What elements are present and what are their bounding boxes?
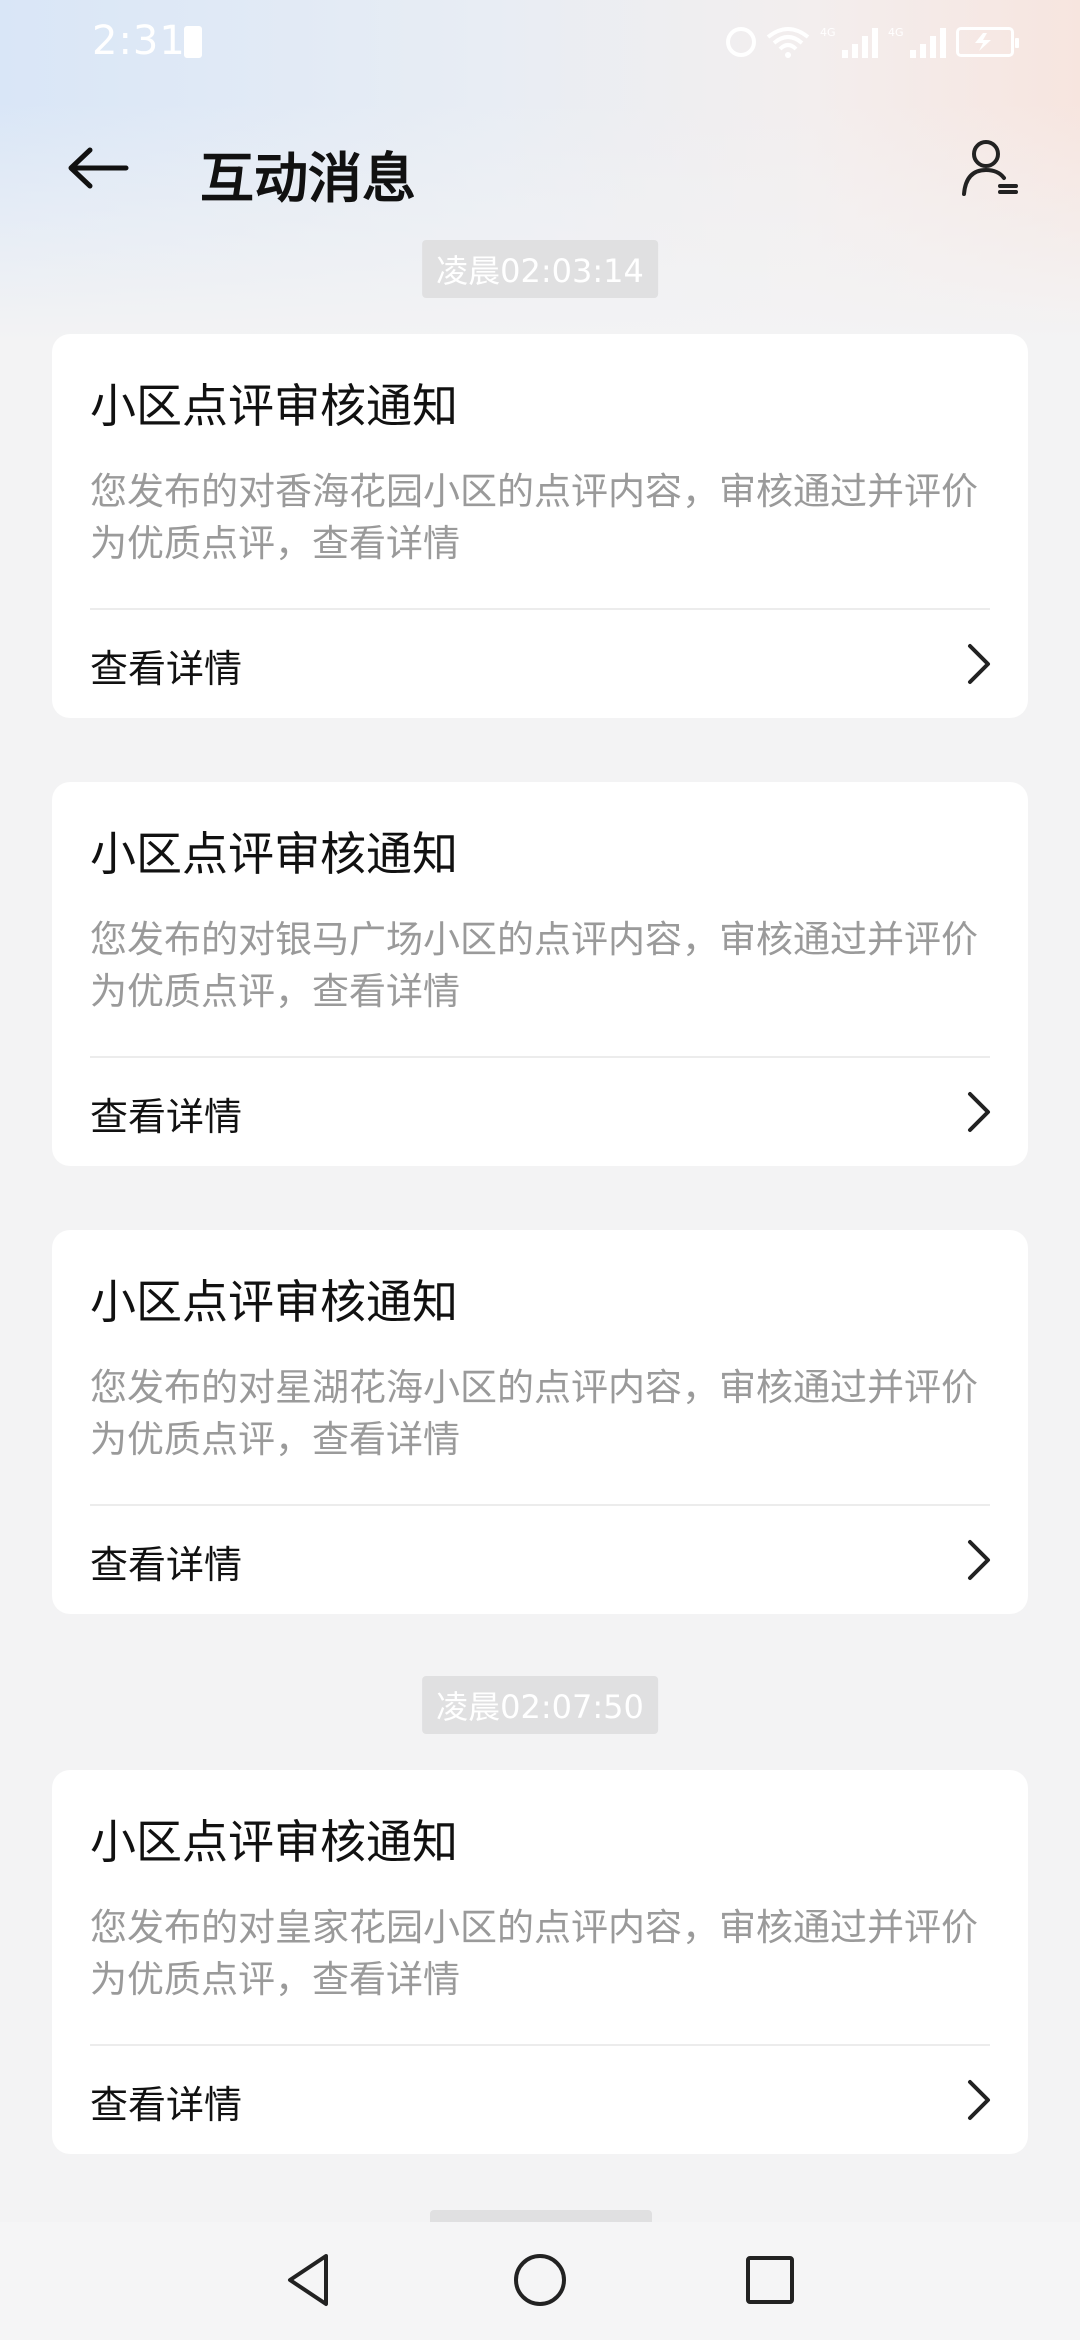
notification-card: 小区点评审核通知 您发布的对香海花园小区的点评内容，审核通过并评价为优质点评，查… [52, 334, 1028, 718]
triangle-back-icon [288, 2254, 328, 2306]
nav-back-button[interactable] [276, 2248, 340, 2312]
profile-button[interactable] [950, 128, 1030, 208]
nav-home-button[interactable] [508, 2248, 572, 2312]
notification-card: 小区点评审核通知 您发布的对皇家花园小区的点评内容，审核通过并评价为优质点评，查… [52, 1770, 1028, 2154]
back-button[interactable] [58, 128, 138, 208]
card-title: 小区点评审核通知 [90, 827, 458, 881]
timestamp: 凌晨02:03:14 [422, 240, 658, 298]
battery-charging-icon [956, 27, 1019, 57]
status-bar: 2:31 4G 4G [0, 0, 1080, 88]
app-screen: 2:31 4G 4G 互动消息 凌晨02:03:14 小区点评审核通知 您发布的… [0, 0, 1080, 2340]
view-details-label: 查看详情 [90, 647, 243, 691]
square-recents-icon [746, 2256, 794, 2304]
chevron-right-icon [968, 1540, 990, 1580]
signal-icon: 4G [820, 26, 878, 58]
timestamp: 凌晨02:07:50 [422, 1676, 658, 1734]
chevron-right-icon [968, 1092, 990, 1132]
view-details-label: 查看详情 [90, 1543, 243, 1587]
view-details-label: 查看详情 [90, 1095, 243, 1139]
signal-icon-2: 4G [888, 26, 946, 58]
chevron-right-icon [968, 2080, 990, 2120]
wifi-icon [766, 27, 810, 58]
card-body: 您发布的对香海花园小区的点评内容，审核通过并评价为优质点评，查看详情 [90, 470, 978, 565]
chevron-right-icon [968, 644, 990, 684]
notification-card: 小区点评审核通知 您发布的对星湖花海小区的点评内容，审核通过并评价为优质点评，查… [52, 1230, 1028, 1614]
view-details-link[interactable]: 查看详情 [52, 1506, 1028, 1614]
battery-saver-icon [184, 26, 202, 58]
network-type-label: 4G [820, 26, 836, 39]
back-arrow-icon [68, 147, 129, 189]
view-details-link[interactable]: 查看详情 [52, 610, 1028, 718]
app-header: 互动消息 [0, 100, 1080, 230]
page-title: 互动消息 [200, 147, 416, 210]
user-settings-icon [962, 140, 1018, 196]
status-icons: 4G 4G [726, 22, 1019, 62]
nav-recents-button[interactable] [738, 2248, 802, 2312]
view-details-link[interactable]: 查看详情 [52, 1058, 1028, 1166]
view-details-label: 查看详情 [90, 2083, 243, 2127]
view-details-link[interactable]: 查看详情 [52, 2046, 1028, 2154]
alarm-icon [726, 27, 756, 57]
network-type-label-2: 4G [888, 26, 904, 39]
card-body: 您发布的对星湖花海小区的点评内容，审核通过并评价为优质点评，查看详情 [90, 1366, 978, 1461]
notification-card: 小区点评审核通知 您发布的对银马广场小区的点评内容，审核通过并评价为优质点评，查… [52, 782, 1028, 1166]
card-title: 小区点评审核通知 [90, 1275, 458, 1329]
system-navigation-bar [0, 2222, 1080, 2340]
card-body: 您发布的对皇家花园小区的点评内容，审核通过并评价为优质点评，查看详情 [90, 1906, 978, 2001]
card-title: 小区点评审核通知 [90, 1815, 458, 1869]
status-time: 2:31 [92, 18, 186, 64]
card-title: 小区点评审核通知 [90, 379, 458, 433]
card-body: 您发布的对银马广场小区的点评内容，审核通过并评价为优质点评，查看详情 [90, 918, 978, 1013]
circle-home-icon [514, 2254, 566, 2306]
